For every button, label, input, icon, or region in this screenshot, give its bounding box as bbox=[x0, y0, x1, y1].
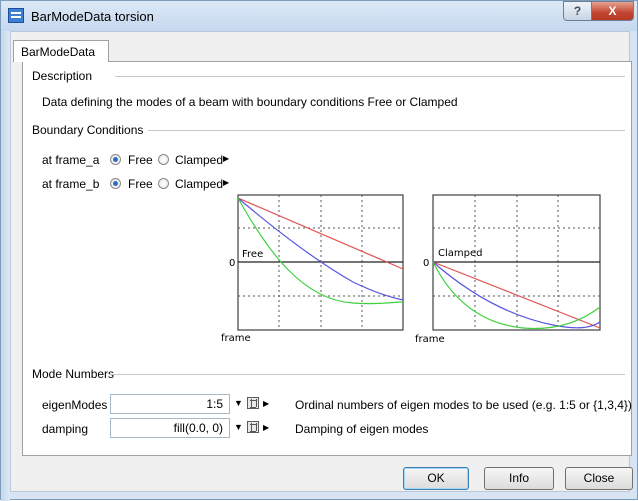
damping-input[interactable]: fill(0.0, 0) bbox=[110, 418, 230, 438]
free-diagram-label: Free bbox=[242, 249, 263, 260]
damping-dropdown-icon[interactable]: ▼ bbox=[234, 422, 243, 432]
damping-table-icon[interactable] bbox=[247, 421, 259, 433]
damping-menu-arrow-icon[interactable]: ▶ bbox=[263, 423, 269, 432]
eigenmodes-menu-arrow-icon[interactable]: ▶ bbox=[263, 399, 269, 408]
title-bar[interactable]: BarModeData torsion ? X bbox=[1, 1, 637, 31]
close-button[interactable]: Close bbox=[565, 467, 633, 490]
close-window-button[interactable]: X bbox=[591, 1, 634, 21]
tab-barmodedata[interactable]: BarModeData bbox=[13, 40, 109, 62]
free-diagram-zero: 0 bbox=[229, 258, 235, 269]
window-title: BarModeData torsion bbox=[31, 9, 154, 24]
eigenmodes-table-icon[interactable] bbox=[247, 397, 259, 409]
tab-panel: Description Data defining the modes of a… bbox=[22, 61, 632, 456]
eigenmodes-description: Ordinal numbers of eigen modes to be use… bbox=[295, 398, 632, 412]
damping-label: damping bbox=[42, 422, 89, 436]
eigenmodes-label: eigenModes bbox=[42, 398, 108, 412]
clamped-diagram-zero: 0 bbox=[423, 258, 429, 269]
window-border bbox=[1, 31, 10, 501]
modes-divider bbox=[109, 374, 625, 375]
eigenmodes-dropdown-icon[interactable]: ▼ bbox=[234, 398, 243, 408]
help-button[interactable]: ? bbox=[563, 1, 592, 21]
info-button[interactable]: Info bbox=[484, 467, 554, 490]
free-diagram-axis-label: frame bbox=[221, 333, 251, 344]
clamped-diagram-axis-label: frame bbox=[415, 334, 445, 345]
modes-group-title: Mode Numbers bbox=[32, 367, 115, 381]
damping-description: Damping of eigen modes bbox=[295, 422, 429, 436]
eigenmodes-input[interactable]: 1:5 bbox=[110, 394, 230, 414]
mode-diagrams: Free 0 frame Clamped 0 frame bbox=[221, 194, 601, 345]
free-diagram: Free 0 frame bbox=[221, 194, 404, 344]
ok-button[interactable]: OK bbox=[403, 467, 469, 490]
app-icon bbox=[8, 8, 24, 23]
clamped-diagram: Clamped 0 frame bbox=[415, 194, 601, 345]
clamped-diagram-label: Clamped bbox=[438, 248, 482, 259]
